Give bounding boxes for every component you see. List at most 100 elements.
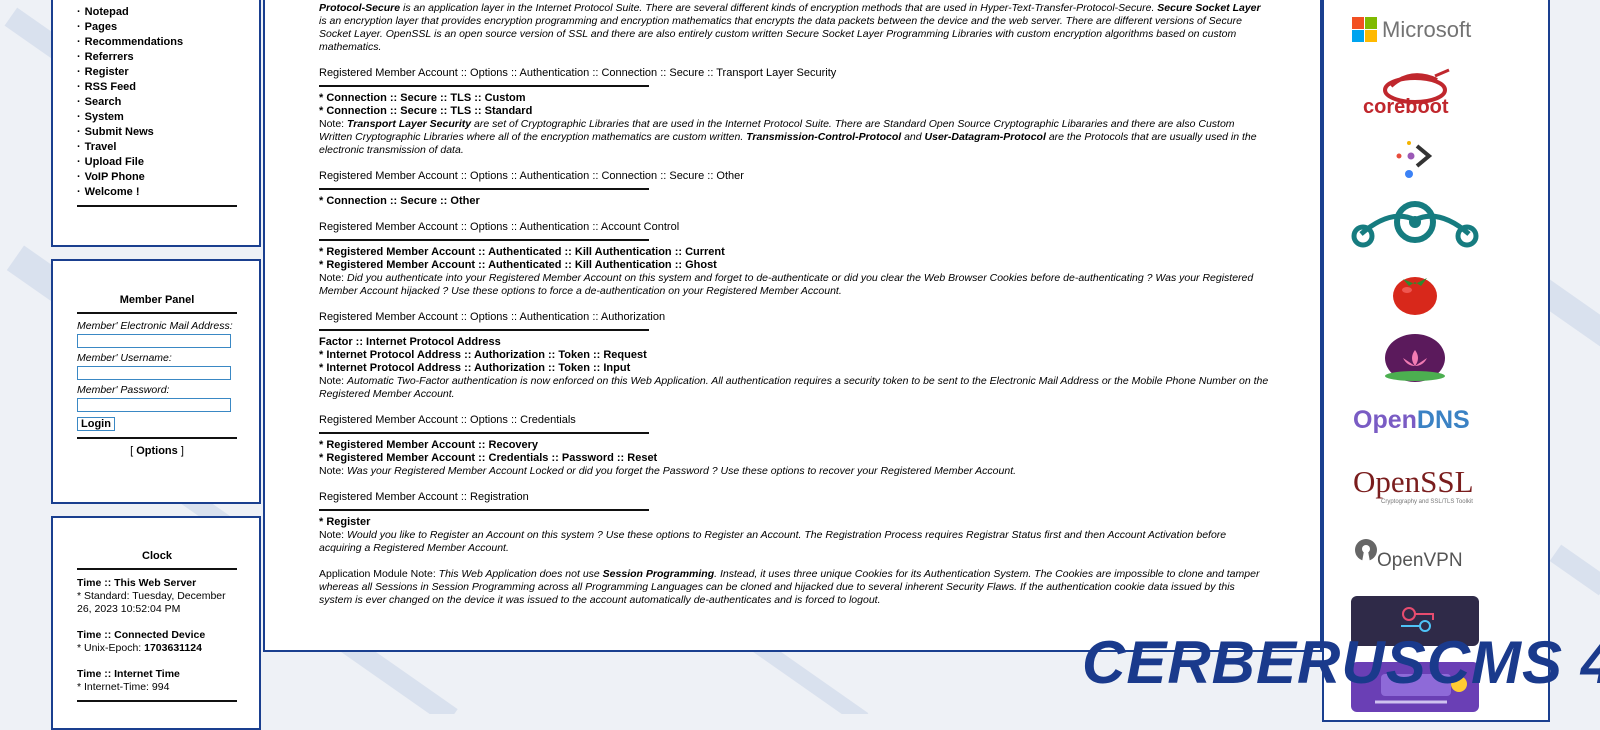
clock-panel: Clock Time :: This Web Server * Standard… (51, 516, 261, 730)
openvpn-icon (1355, 539, 1377, 562)
options-sections: Registered Member Account :: Options :: … (319, 67, 1269, 555)
options-link[interactable]: Options (136, 445, 178, 457)
coreboot-logo[interactable]: coreboot (1351, 66, 1479, 122)
app-note-prefix: Application Module Note: (319, 568, 439, 580)
option-link[interactable]: * Internet Protocol Address :: Authoriza… (319, 362, 1269, 375)
email-label: Member' Electronic Mail Address: (77, 320, 233, 332)
note-text: Was your Registered Member Account Locke… (347, 465, 1017, 477)
password-input[interactable] (77, 398, 231, 412)
tomato-logo[interactable] (1351, 266, 1479, 316)
intro-term-ssl: Secure Socket Layer (1157, 2, 1261, 14)
opendns-logo[interactable]: OpenDNS (1351, 404, 1479, 438)
device-time-value: 1703631124 (144, 642, 202, 654)
clock-divider-bottom (77, 700, 237, 702)
note-text: and (901, 131, 925, 143)
clock-divider (77, 568, 237, 570)
device-time-prefix: * Unix-Epoch: (77, 642, 145, 654)
openvpn-logo[interactable]: OpenVPN (1351, 536, 1479, 574)
options-section: Registered Member Account :: Options :: … (319, 221, 1269, 298)
note-term: Transmission-Control-Protocol (746, 131, 902, 143)
menu-item-search[interactable]: · Search (77, 95, 237, 110)
menu-item-travel[interactable]: · Travel (77, 140, 237, 155)
email-input[interactable] (77, 334, 231, 348)
menu-list: · Notepad · Pages · Recommendations · Referr… (77, 5, 237, 200)
menu-item-system[interactable]: · System (77, 110, 237, 125)
menu-item-pages[interactable]: · Pages (77, 20, 237, 35)
lotus-icon (1385, 334, 1445, 382)
section-note: Note: Transport Layer Security are set o… (319, 118, 1269, 157)
lineageos-logo[interactable] (1351, 198, 1479, 250)
main-content: Protocol-Secure is an application layer … (263, 0, 1322, 652)
option-link[interactable]: * Registered Member Account :: Recovery (319, 439, 1269, 452)
section-divider (319, 239, 649, 241)
note-term: Transport Layer Security (347, 118, 472, 130)
microsoft-wordmark: Microsoft (1382, 17, 1472, 42)
intro-text-1: is an application layer in the Internet … (400, 2, 1158, 14)
section-note: Note: Did you authenticate into your Reg… (319, 272, 1269, 298)
note-prefix: Note: (319, 272, 348, 284)
clock-title: Clock (142, 550, 172, 562)
member-panel-title: Member Panel (119, 294, 195, 306)
member-panel-divider-bottom (77, 437, 237, 439)
option-link[interactable]: * Connection :: Secure :: TLS :: Standar… (319, 105, 1269, 118)
options-section: Registered Member Account :: Options :: … (319, 414, 1269, 478)
menu-item-upload-file[interactable]: · Upload File (77, 155, 237, 170)
option-link[interactable]: * Register (319, 516, 1269, 529)
menu-item-register[interactable]: · Register (77, 65, 237, 80)
option-link[interactable]: * Internet Protocol Address :: Authoriza… (319, 349, 1269, 362)
menu-item-rss-feed[interactable]: · RSS Feed (77, 80, 237, 95)
note-prefix: Note: (319, 529, 348, 541)
app-module-note: Application Module Note: This Web Applic… (319, 568, 1269, 607)
password-label: Member' Password: (77, 384, 170, 396)
intro-term-https: Protocol-Secure (319, 2, 401, 14)
options-row: [ Options ] (77, 445, 237, 457)
opendns-open: Open (1353, 406, 1417, 434)
menu-item-notepad[interactable]: · Notepad (77, 5, 237, 20)
login-button[interactable]: Login (77, 417, 115, 431)
section-note: Note: Would you like to Register an Acco… (319, 529, 1269, 555)
options-section: Registered Member Account :: Options :: … (319, 67, 1269, 157)
section-breadcrumb: Registered Member Account :: Options :: … (319, 221, 680, 233)
options-section: Registered Member Account :: Options :: … (319, 311, 1269, 401)
section-note: Note: Automatic Two-Factor authenticatio… (319, 375, 1269, 401)
intro-paragraph: Protocol-Secure is an application layer … (319, 2, 1269, 54)
intro-text-2: is an encryption layer that provides enc… (319, 15, 1242, 53)
dots-arrow-icon (1396, 141, 1433, 178)
note-text: Did you authenticate into your Registere… (319, 272, 1254, 297)
username-input[interactable] (77, 366, 231, 380)
menu-item-welcome[interactable]: · Welcome ! (77, 185, 237, 200)
coreboot-wordmark: coreboot (1363, 96, 1449, 118)
menu-item-submit-news[interactable]: · Submit News (77, 125, 237, 140)
menu-item-voip-phone[interactable]: · VoIP Phone (77, 170, 237, 185)
section-breadcrumb: Registered Member Account :: Registratio… (319, 491, 529, 503)
option-link[interactable]: * Connection :: Secure :: Other (319, 195, 1269, 208)
openvpn-wordmark: OpenVPN (1377, 550, 1463, 571)
menu-divider (77, 205, 237, 207)
note-term: User-Datagram-Protocol (924, 131, 1046, 143)
openssl-tagline: Cryptography and SSL/TLS Toolkit (1381, 499, 1473, 505)
option-heading: Factor :: Internet Protocol Address (319, 336, 501, 348)
note-text: Automatic Two-Factor authentication is n… (319, 375, 1269, 400)
member-panel: Member Panel Member' Electronic Mail Add… (51, 259, 261, 504)
menu-panel: · Notepad · Pages · Recommendations · Referr… (51, 0, 261, 247)
cerberuscms-watermark: CERBERUSCMS 4 (1082, 629, 1600, 696)
section-breadcrumb: Registered Member Account :: Options :: … (319, 414, 576, 426)
app-note-term: Session Programming (602, 568, 715, 580)
option-link[interactable]: * Registered Member Account :: Authentic… (319, 246, 1269, 259)
microsoft-logo[interactable]: Microsoft (1351, 12, 1479, 48)
menu-item-referrers[interactable]: · Referrers (77, 50, 237, 65)
dots-arrow-logo[interactable] (1351, 138, 1479, 182)
opendns-dns: DNS (1416, 406, 1470, 434)
option-link[interactable]: * Registered Member Account :: Credentia… (319, 452, 1269, 465)
section-breadcrumb: Registered Member Account :: Options :: … (319, 67, 837, 79)
lotus-logo[interactable] (1351, 332, 1479, 384)
option-link[interactable]: * Registered Member Account :: Authentic… (319, 259, 1269, 272)
options-section: Registered Member Account :: Registratio… (319, 491, 1269, 555)
options-section: Registered Member Account :: Options :: … (319, 170, 1269, 208)
menu-item-recommendations[interactable]: · Recommendations (77, 35, 237, 50)
note-text: Would you like to Register an Account on… (319, 529, 1227, 554)
app-note-text-1: This Web Application does not use (438, 568, 603, 580)
openssl-logo[interactable]: OpenSSL Cryptography and SSL/TLS Toolkit (1351, 464, 1479, 512)
server-time-value: * Standard: Tuesday, December 26, 2023 1… (77, 590, 226, 615)
option-link[interactable]: * Connection :: Secure :: TLS :: Custom (319, 92, 1269, 105)
